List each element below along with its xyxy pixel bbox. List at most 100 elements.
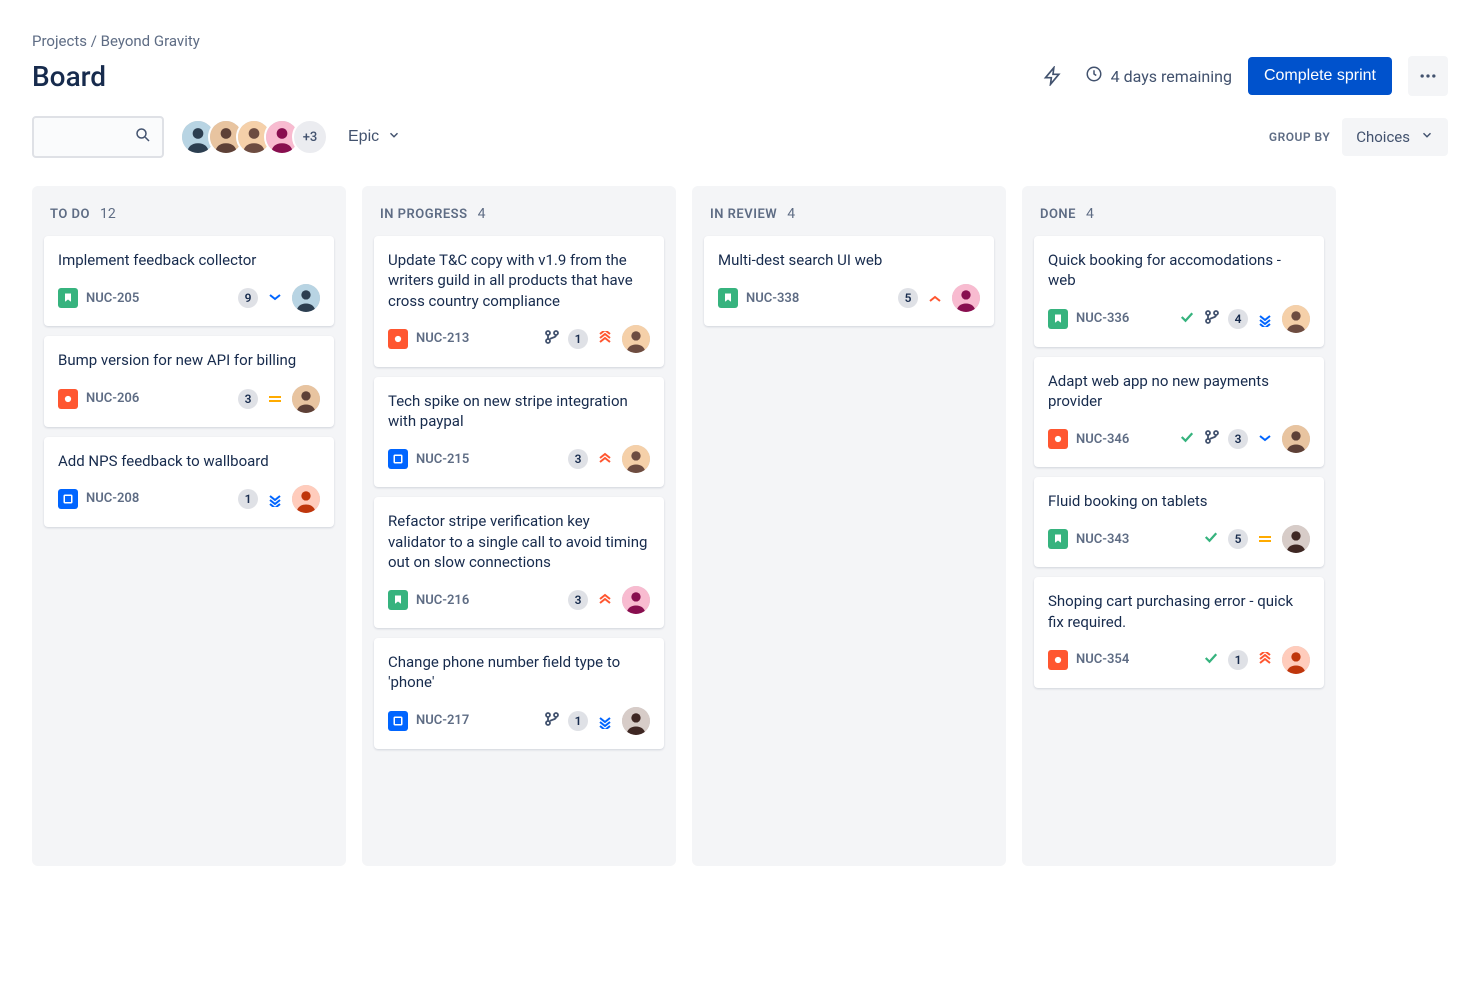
issue-card[interactable]: Add NPS feedback to wallboard NUC-208 1 (44, 437, 334, 527)
assignee-avatar[interactable] (292, 385, 320, 413)
assignee-avatar[interactable] (1282, 525, 1310, 553)
branch-icon (544, 711, 560, 731)
issue-card[interactable]: Tech spike on new stripe integration wit… (374, 377, 664, 488)
card-title: Tech spike on new stripe integration wit… (388, 391, 650, 432)
issue-card[interactable]: Multi-dest search UI web NUC-338 5 (704, 236, 994, 326)
issue-key: NUC-343 (1076, 532, 1129, 547)
issue-card[interactable]: Quick booking for accomodations - web NU… (1034, 236, 1324, 347)
card-title: Add NPS feedback to wallboard (58, 451, 320, 471)
assignee-avatar[interactable] (622, 325, 650, 353)
assignee-avatar[interactable] (1282, 425, 1310, 453)
remaining-text: 4 days remaining (1111, 67, 1232, 86)
done-check-icon (1178, 428, 1196, 450)
issue-key: NUC-346 (1076, 432, 1129, 447)
issue-card[interactable]: Bump version for new API for billing NUC… (44, 336, 334, 426)
header-actions: 4 days remaining Complete sprint (1037, 56, 1448, 96)
column-title: TO DO (50, 207, 90, 222)
assignee-avatar[interactable] (952, 284, 980, 312)
issue-card[interactable]: Update T&C copy with v1.9 from the write… (374, 236, 664, 367)
epic-filter-button[interactable]: Epic (344, 120, 405, 155)
card-title: Quick booking for accomodations - web (1048, 250, 1310, 291)
story-points-badge: 3 (568, 449, 588, 469)
priority-icon (266, 490, 284, 508)
column-title: IN REVIEW (710, 207, 777, 222)
epic-label: Epic (348, 128, 379, 146)
chevron-down-icon (387, 128, 401, 147)
issue-key: NUC-354 (1076, 652, 1129, 667)
issue-key: NUC-338 (746, 291, 799, 306)
priority-icon (1256, 530, 1274, 548)
assignee-avatar[interactable] (1282, 305, 1310, 333)
column-count: 4 (1086, 206, 1094, 222)
story-points-badge: 3 (238, 389, 258, 409)
clock-icon (1085, 65, 1103, 87)
story-icon (388, 590, 408, 610)
done-check-icon (1178, 308, 1196, 330)
column-count: 4 (478, 206, 486, 222)
story-points-badge: 5 (898, 288, 918, 308)
issue-card[interactable]: Adapt web app no new payments provider N… (1034, 357, 1324, 468)
story-points-badge: 1 (1228, 650, 1248, 670)
column: IN REVIEW4Multi-dest search UI web NUC-3… (692, 186, 1006, 866)
group-by-select[interactable]: Choices (1342, 118, 1448, 156)
search-input[interactable] (32, 116, 164, 158)
avatar-stack[interactable]: +3 (180, 119, 328, 155)
breadcrumb-projects[interactable]: Projects (32, 32, 87, 50)
group-by-label: GROUP BY (1269, 130, 1330, 144)
issue-key: NUC-216 (416, 593, 469, 608)
automation-icon[interactable] (1037, 60, 1069, 92)
card-title: Shoping cart purchasing error - quick fi… (1048, 591, 1310, 632)
story-points-badge: 3 (568, 590, 588, 610)
board: TO DO 12 Implement feedback collector NUC-… (32, 186, 1448, 866)
story-points-badge: 1 (568, 711, 588, 731)
priority-icon (1256, 310, 1274, 328)
story-points-badge: 1 (238, 489, 258, 509)
issue-card[interactable]: Fluid booking on tablets NUC-343 5 (1034, 477, 1324, 567)
column-title: DONE (1040, 207, 1076, 222)
branch-icon (1204, 429, 1220, 449)
priority-icon (596, 591, 614, 609)
bug-icon (388, 329, 408, 349)
issue-card[interactable]: Change phone number field type to 'phone… (374, 638, 664, 749)
priority-icon (1256, 430, 1274, 448)
done-check-icon (1202, 649, 1220, 671)
story-points-badge: 4 (1228, 309, 1248, 329)
assignee-avatar[interactable] (622, 586, 650, 614)
bug-icon (1048, 650, 1068, 670)
card-title: Change phone number field type to 'phone… (388, 652, 650, 693)
assignee-avatar[interactable] (1282, 646, 1310, 674)
issue-key: NUC-206 (86, 391, 139, 406)
issue-key: NUC-205 (86, 291, 139, 306)
priority-icon (1256, 651, 1274, 669)
card-title: Refactor stripe verification key validat… (388, 511, 650, 572)
story-points-badge: 3 (1228, 429, 1248, 449)
assignee-avatar[interactable] (292, 284, 320, 312)
issue-key: NUC-336 (1076, 311, 1129, 326)
page-title: Board (32, 60, 106, 93)
card-title: Fluid booking on tablets (1048, 491, 1310, 511)
days-remaining: 4 days remaining (1085, 65, 1232, 87)
card-title: Update T&C copy with v1.9 from the write… (388, 250, 650, 311)
issue-card[interactable]: Implement feedback collector NUC-205 9 (44, 236, 334, 326)
assignee-avatar[interactable] (292, 485, 320, 513)
complete-sprint-button[interactable]: Complete sprint (1248, 57, 1392, 95)
card-title: Bump version for new API for billing (58, 350, 320, 370)
story-points-badge: 5 (1228, 529, 1248, 549)
assignee-avatar[interactable] (622, 445, 650, 473)
issue-key: NUC-213 (416, 331, 469, 346)
group-by-value: Choices (1356, 128, 1410, 146)
issue-key: NUC-208 (86, 491, 139, 506)
issue-card[interactable]: Shoping cart purchasing error - quick fi… (1034, 577, 1324, 688)
branch-icon (544, 329, 560, 349)
story-points-badge: 1 (568, 329, 588, 349)
task-icon (388, 449, 408, 469)
card-title: Adapt web app no new payments provider (1048, 371, 1310, 412)
avatar-more[interactable]: +3 (292, 119, 328, 155)
issue-card[interactable]: Refactor stripe verification key validat… (374, 497, 664, 628)
more-button[interactable] (1408, 56, 1448, 96)
priority-icon (266, 289, 284, 307)
assignee-avatar[interactable] (622, 707, 650, 735)
column-count: 12 (100, 206, 116, 222)
breadcrumb-project-name[interactable]: Beyond Gravity (101, 32, 200, 50)
task-icon (58, 489, 78, 509)
